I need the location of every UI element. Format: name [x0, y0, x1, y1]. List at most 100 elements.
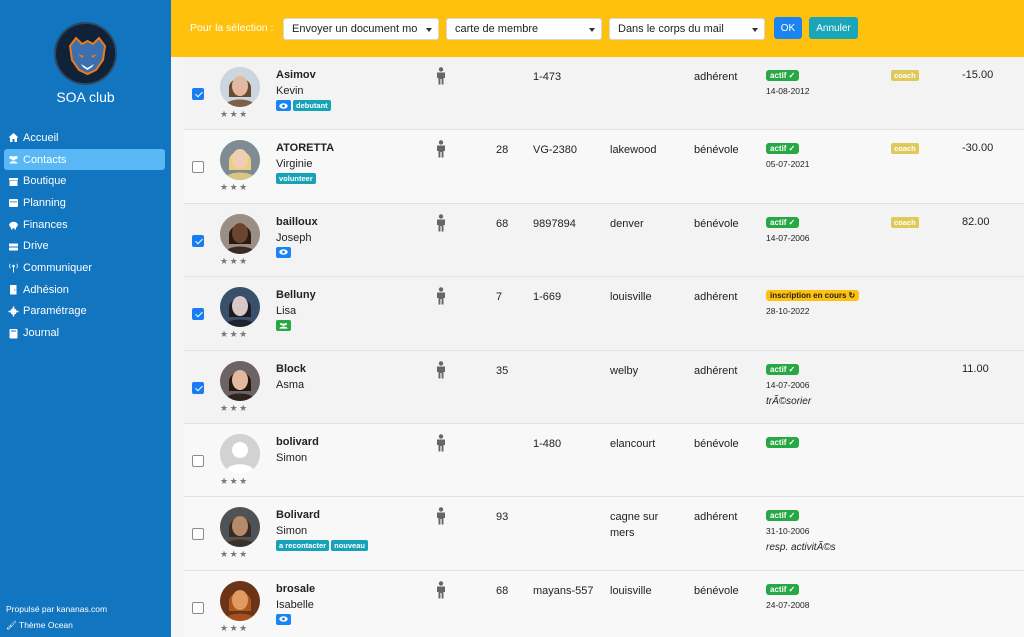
check-icon: ✓ [788, 584, 796, 594]
club-logo[interactable] [54, 22, 117, 85]
rating-stars-icon[interactable]: ★★★ [220, 623, 249, 634]
row-checkbox[interactable] [192, 161, 204, 174]
member-date: 24-07-2008 [766, 599, 810, 610]
selection-toolbar: Pour la sélection : Envoyer un document … [171, 0, 1024, 57]
contact-last-name[interactable]: bailloux [276, 216, 318, 228]
check-icon: ✓ [788, 364, 796, 374]
contact-age: 7 [496, 291, 503, 304]
contact-last-name[interactable]: ATORETTA [276, 142, 334, 154]
rating-stars-icon[interactable]: ★★★ [220, 256, 249, 267]
avatar[interactable] [220, 580, 260, 621]
eye-icon[interactable] [276, 246, 291, 258]
rating-stars-icon[interactable]: ★★★ [220, 182, 249, 193]
sidebar-item-adhesion[interactable]: Adhésion [4, 279, 165, 301]
sidebar-item-boutique[interactable]: Boutique [4, 170, 165, 192]
check-icon: ✓ [788, 217, 796, 227]
contact-last-name[interactable]: bolivard [276, 436, 319, 448]
status-badge: actif ✓ [766, 143, 800, 155]
person-icon [435, 507, 447, 525]
row-checkbox[interactable] [192, 454, 204, 467]
avatar[interactable] [220, 140, 260, 181]
contact-role: trÃ©sorier [766, 395, 812, 407]
sidebar-item-label: Journal [23, 327, 60, 340]
avatar[interactable] [220, 507, 260, 548]
contact-type: bénévole [694, 584, 739, 597]
row-checkbox[interactable] [192, 308, 204, 321]
contact-row[interactable]: ★★★ Bolivard Simon a recontacter nouveau 93 ca… [184, 497, 1024, 571]
eye-icon[interactable] [276, 613, 291, 625]
door-icon [8, 284, 19, 295]
contact-row[interactable]: ★★★ Asimov Kevin debutant 1-473 adhérent actif… [184, 57, 1024, 131]
action-select-value: Envoyer un document mo [292, 23, 418, 35]
powered-by[interactable]: Propulsé par kananas.com [6, 604, 107, 614]
contact-last-name[interactable]: Asimov [276, 69, 316, 81]
theme-label: Thème Ocean [19, 620, 73, 630]
contact-tag[interactable]: volunteer [276, 173, 316, 185]
sidebar-item-planning[interactable]: Planning [4, 192, 165, 214]
row-checkbox[interactable] [192, 601, 204, 614]
contact-age: 93 [496, 511, 509, 524]
rating-stars-icon[interactable]: ★★★ [220, 549, 249, 560]
avatar[interactable] [220, 213, 260, 254]
theme-link[interactable]: 🖌 Thème Ocean [6, 620, 73, 631]
users-icon [8, 154, 19, 165]
sidebar-item-accueil[interactable]: Accueil [4, 127, 165, 149]
rating-stars-icon[interactable]: ★★★ [220, 109, 249, 120]
contact-tags: a recontacter nouveau [276, 540, 368, 552]
sidebar-item-journal[interactable]: Journal [4, 322, 165, 344]
rating-stars-icon[interactable]: ★★★ [220, 403, 249, 414]
status-badge: actif ✓ [766, 216, 800, 228]
status-label: actif [770, 217, 787, 227]
row-checkbox[interactable] [192, 234, 204, 247]
contact-type: bénévole [694, 437, 739, 450]
status-cell: inscription en cours ↻ [766, 289, 860, 302]
document-select[interactable]: carte de membre [446, 18, 602, 40]
avatar[interactable] [220, 67, 260, 107]
piggy-bank-icon [8, 219, 19, 230]
placement-select[interactable]: Dans le corps du mail [609, 18, 765, 40]
contact-row[interactable]: ★★★ Block Asma 35 welby adhérent actif ✓ 14-07-2… [184, 350, 1024, 424]
sidebar-item-contacts[interactable]: Contacts [4, 148, 165, 171]
action-select[interactable]: Envoyer un document mo [283, 18, 439, 40]
rating-stars-icon[interactable]: ★★★ [220, 476, 249, 487]
ok-button[interactable]: OK [774, 17, 802, 39]
person-icon [435, 580, 447, 599]
rating-stars-icon[interactable]: ★★★ [220, 329, 249, 340]
member-date: 31-10-2006 [766, 526, 810, 537]
cancel-button[interactable]: Annuler [809, 17, 858, 39]
contact-first-name: Asma [276, 378, 305, 391]
avatar[interactable] [220, 433, 260, 474]
sidebar-item-parametrage[interactable]: Paramétrage [4, 301, 165, 323]
contact-row[interactable]: ★★★ brosale Isabelle 68 mayans-557 louisville… [184, 570, 1024, 637]
group-icon[interactable] [276, 320, 291, 332]
sidebar-item-communiquer[interactable]: Communiquer [4, 257, 165, 279]
contact-last-name[interactable]: Block [276, 363, 306, 375]
eye-icon[interactable] [276, 100, 291, 111]
contact-row[interactable]: ★★★ bailloux Joseph 68 9897894 denver bénévole… [184, 203, 1024, 278]
contact-age: 28 [496, 144, 509, 157]
sidebar-item-finances[interactable]: Finances [4, 214, 165, 236]
contact-row[interactable]: ★★★ Belluny Lisa 7 1-669 louisville adhérent in… [184, 277, 1024, 351]
row-checkbox[interactable] [192, 528, 204, 541]
status-cell: actif ✓ [766, 583, 800, 595]
contact-row[interactable]: ★★★ bolivard Simon 1-480 elancourt bénévole ac… [184, 423, 1024, 498]
row-checkbox[interactable] [192, 88, 204, 100]
avatar[interactable] [220, 287, 260, 328]
contact-tag[interactable]: a recontacter [276, 540, 330, 552]
contact-tag[interactable]: nouveau [331, 540, 368, 552]
sidebar-item-drive[interactable]: Drive [4, 235, 165, 257]
status-badge: inscription en cours ↻ [766, 290, 860, 302]
contact-tag[interactable]: debutant [293, 100, 331, 111]
row-checkbox[interactable] [192, 381, 204, 394]
contact-city: denver [610, 217, 644, 230]
balance-amount: 11.00 [962, 362, 989, 375]
contact-row[interactable]: ★★★ ATORETTA Virginie volunteer 28 VG-2380 lak… [184, 130, 1024, 204]
status-label: actif [770, 364, 787, 374]
contact-last-name[interactable]: Belluny [276, 289, 316, 301]
contact-last-name[interactable]: brosale [276, 583, 315, 595]
refresh-icon: ↻ [848, 291, 856, 301]
contact-code: 1-473 [533, 71, 562, 83]
contact-last-name[interactable]: Bolivard [276, 509, 320, 521]
avatar[interactable] [220, 360, 260, 401]
placement-select-value: Dans le corps du mail [618, 23, 724, 35]
